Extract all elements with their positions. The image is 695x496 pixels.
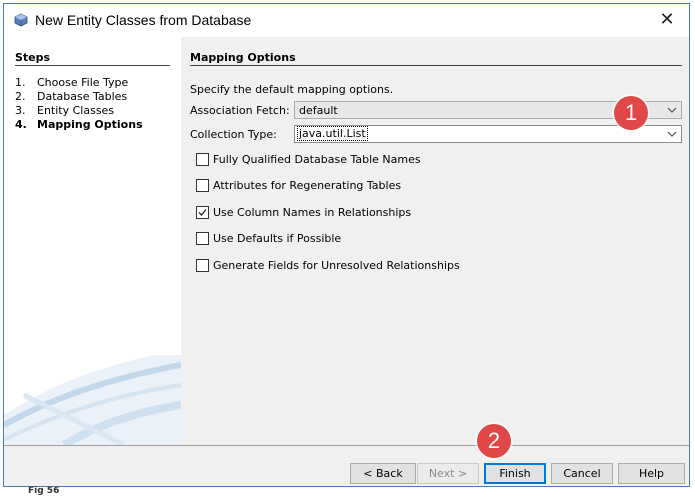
back-button[interactable]: < Back xyxy=(350,463,416,484)
collection-type-value: java.util.List xyxy=(297,126,368,141)
step-label: Entity Classes xyxy=(37,104,115,117)
section-divider xyxy=(190,65,682,66)
steps-list: 1. Choose File Type 2. Database Tables 3… xyxy=(15,76,143,132)
entity-cube-icon xyxy=(14,13,28,27)
mapping-options-panel: Mapping Options Specify the default mapp… xyxy=(181,37,689,445)
association-fetch-value: default xyxy=(299,104,338,117)
checkbox-label: Use Column Names in Relationships xyxy=(213,205,412,219)
decorative-swoosh-graphic xyxy=(4,355,181,445)
checkbox-fully-qualified-table-names[interactable]: Fully Qualified Database Table Names xyxy=(196,151,421,167)
title-bar: New Entity Classes from Database ✕ xyxy=(4,4,689,36)
finish-button[interactable]: Finish xyxy=(484,463,546,484)
checkbox-regenerating-tables[interactable]: Attributes for Regenerating Tables xyxy=(196,177,401,193)
checkbox-box[interactable] xyxy=(196,178,209,192)
step-number: 4. xyxy=(15,118,27,131)
checkbox-box[interactable] xyxy=(196,258,209,272)
step-number: 2. xyxy=(15,90,26,103)
steps-panel: Steps 1. Choose File Type 2. Database Ta… xyxy=(4,37,181,445)
annotation-badge-2: 2 xyxy=(477,424,511,458)
checkbox-label: Attributes for Regenerating Tables xyxy=(213,178,402,192)
step-item: 2. Database Tables xyxy=(15,90,143,104)
step-item: 1. Choose File Type xyxy=(15,76,143,90)
step-number: 1. xyxy=(15,76,26,89)
checkbox-use-defaults[interactable]: Use Defaults if Possible xyxy=(196,230,341,246)
checkbox-label: Generate Fields for Unresolved Relations… xyxy=(213,258,460,272)
checkbox-label: Fully Qualified Database Table Names xyxy=(213,152,421,166)
close-button[interactable]: ✕ xyxy=(645,4,689,36)
checkbox-box[interactable] xyxy=(196,152,209,166)
help-button[interactable]: Help xyxy=(618,463,685,484)
checkbox-generate-unresolved-fields[interactable]: Generate Fields for Unresolved Relations… xyxy=(196,257,460,273)
button-bar: < Back Next > Finish Cancel Help xyxy=(4,445,689,486)
window-title: New Entity Classes from Database xyxy=(35,12,252,28)
cancel-button[interactable]: Cancel xyxy=(551,463,613,484)
checkbox-label: Use Defaults if Possible xyxy=(213,231,342,245)
step-number: 3. xyxy=(15,104,26,117)
step-label: Mapping Options xyxy=(37,118,143,131)
checkmark-icon xyxy=(198,208,207,216)
step-item: 3. Entity Classes xyxy=(15,104,143,118)
step-label: Database Tables xyxy=(37,90,128,103)
checkbox-column-names-in-relationships[interactable]: Use Column Names in Relationships xyxy=(196,204,411,220)
next-button[interactable]: Next > xyxy=(417,463,479,484)
steps-divider xyxy=(15,65,170,66)
checkbox-box[interactable] xyxy=(196,231,209,245)
association-fetch-label: Association Fetch: xyxy=(190,104,290,117)
checkbox-box-checked[interactable] xyxy=(196,205,209,219)
collection-type-label: Collection Type: xyxy=(190,128,277,141)
step-label: Choose File Type xyxy=(37,76,129,89)
section-description: Specify the default mapping options. xyxy=(190,83,394,96)
chevron-down-icon xyxy=(667,131,677,137)
step-item-current: 4. Mapping Options xyxy=(15,118,143,132)
annotation-badge-1: 1 xyxy=(614,96,648,130)
chevron-down-icon xyxy=(667,107,677,113)
section-heading: Mapping Options xyxy=(190,51,296,64)
steps-heading: Steps xyxy=(15,51,51,64)
dialog-window: New Entity Classes from Database ✕ Steps… xyxy=(3,3,690,487)
